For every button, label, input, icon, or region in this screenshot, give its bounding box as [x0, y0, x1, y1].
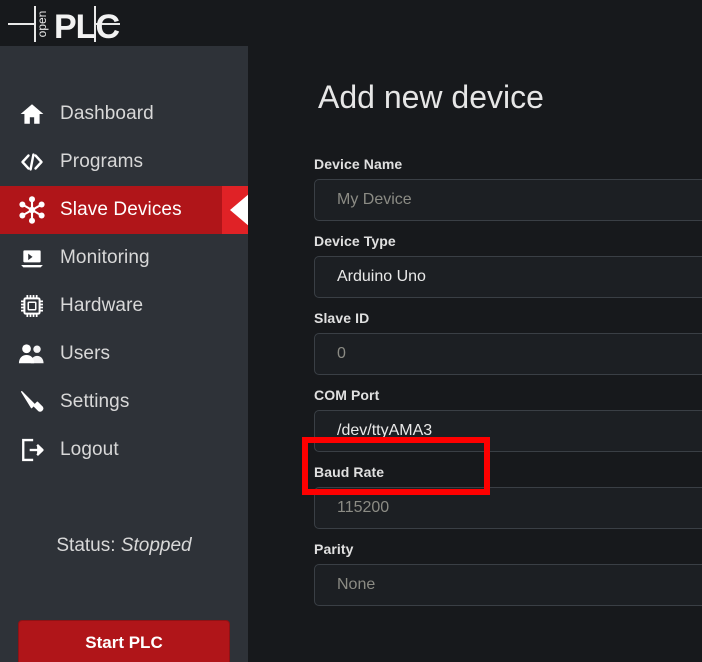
- code-icon: [14, 147, 50, 177]
- chip-icon: [14, 291, 50, 321]
- field-parity: Parity None: [314, 541, 702, 606]
- slave-id-input[interactable]: 0: [314, 333, 702, 375]
- start-plc-button[interactable]: Start PLC: [18, 620, 230, 662]
- openplc-window: open PLC Dashboard Programs Slave Device…: [0, 0, 702, 662]
- com-port-input[interactable]: /dev/ttyAMA3: [314, 410, 702, 452]
- parity-select[interactable]: None: [314, 564, 702, 606]
- logout-icon: [14, 435, 50, 465]
- baud-rate-input[interactable]: 115200: [314, 487, 702, 529]
- field-device-name: Device Name My Device: [314, 156, 702, 221]
- sidebar-item-monitoring[interactable]: Monitoring: [0, 234, 248, 282]
- sidebar-item-label: Settings: [60, 391, 130, 412]
- users-icon: [14, 339, 50, 369]
- field-device-type: Device Type Arduino Uno: [314, 233, 702, 298]
- input-value: None: [337, 576, 376, 593]
- home-icon: [14, 99, 50, 129]
- sidebar-item-label: Monitoring: [60, 247, 150, 268]
- sidebar-item-label: Dashboard: [60, 103, 154, 124]
- input-value: 0: [337, 345, 346, 362]
- svg-text:open: open: [35, 11, 49, 38]
- sidebar-item-logout[interactable]: Logout: [0, 426, 248, 474]
- sidebar-item-label: Programs: [60, 151, 144, 172]
- field-label: COM Port: [314, 387, 380, 403]
- sidebar-item-dashboard[interactable]: Dashboard: [0, 90, 248, 138]
- sidebar-item-users[interactable]: Users: [0, 330, 248, 378]
- field-label: Device Type: [314, 233, 396, 249]
- sidebar-item-settings[interactable]: Settings: [0, 378, 248, 426]
- sidebar-item-slave-devices[interactable]: Slave Devices: [0, 186, 248, 234]
- status-label: Status:: [56, 535, 116, 556]
- wrench-icon: [14, 387, 50, 417]
- svg-text:PLC: PLC: [54, 8, 119, 44]
- sidebar-item-hardware[interactable]: Hardware: [0, 282, 248, 330]
- openplc-logo[interactable]: open PLC: [8, 4, 120, 46]
- device-name-input[interactable]: My Device: [314, 179, 702, 221]
- input-value: /dev/ttyAMA3: [337, 422, 433, 439]
- sidebar-item-label: Hardware: [60, 295, 144, 316]
- field-label: Parity: [314, 541, 354, 557]
- field-slave-id: Slave ID 0: [314, 310, 702, 375]
- input-value: Arduino Uno: [337, 268, 426, 285]
- laptop-icon: [14, 243, 50, 273]
- main-content: Add new device Device Name My Device Dev…: [248, 46, 702, 662]
- status-value: Stopped: [120, 535, 192, 556]
- sidebar-item-label: Users: [60, 343, 111, 364]
- add-device-form: Device Name My Device Device Type Arduin…: [314, 156, 702, 618]
- field-label: Device Name: [314, 156, 403, 172]
- plc-status: Status: Stopped: [0, 535, 248, 557]
- sidebar-item-programs[interactable]: Programs: [0, 138, 248, 186]
- input-value: 115200: [337, 499, 390, 516]
- field-label: Slave ID: [314, 310, 370, 326]
- sidebar: Dashboard Programs Slave Devices Monitor…: [0, 46, 248, 662]
- page-title: Add new device: [318, 79, 544, 115]
- field-baud-rate: Baud Rate 115200: [314, 464, 702, 529]
- atom-network-icon: [14, 195, 50, 225]
- sidebar-item-label: Logout: [60, 439, 119, 460]
- field-com-port: COM Port /dev/ttyAMA3: [314, 387, 702, 452]
- input-value: My Device: [337, 191, 412, 208]
- top-bar: open PLC: [0, 0, 702, 46]
- field-label: Baud Rate: [314, 464, 385, 480]
- sidebar-nav: Dashboard Programs Slave Devices Monitor…: [0, 90, 248, 474]
- sidebar-item-label: Slave Devices: [60, 199, 182, 220]
- active-indicator-arrow: [222, 186, 248, 234]
- device-type-select[interactable]: Arduino Uno: [314, 256, 702, 298]
